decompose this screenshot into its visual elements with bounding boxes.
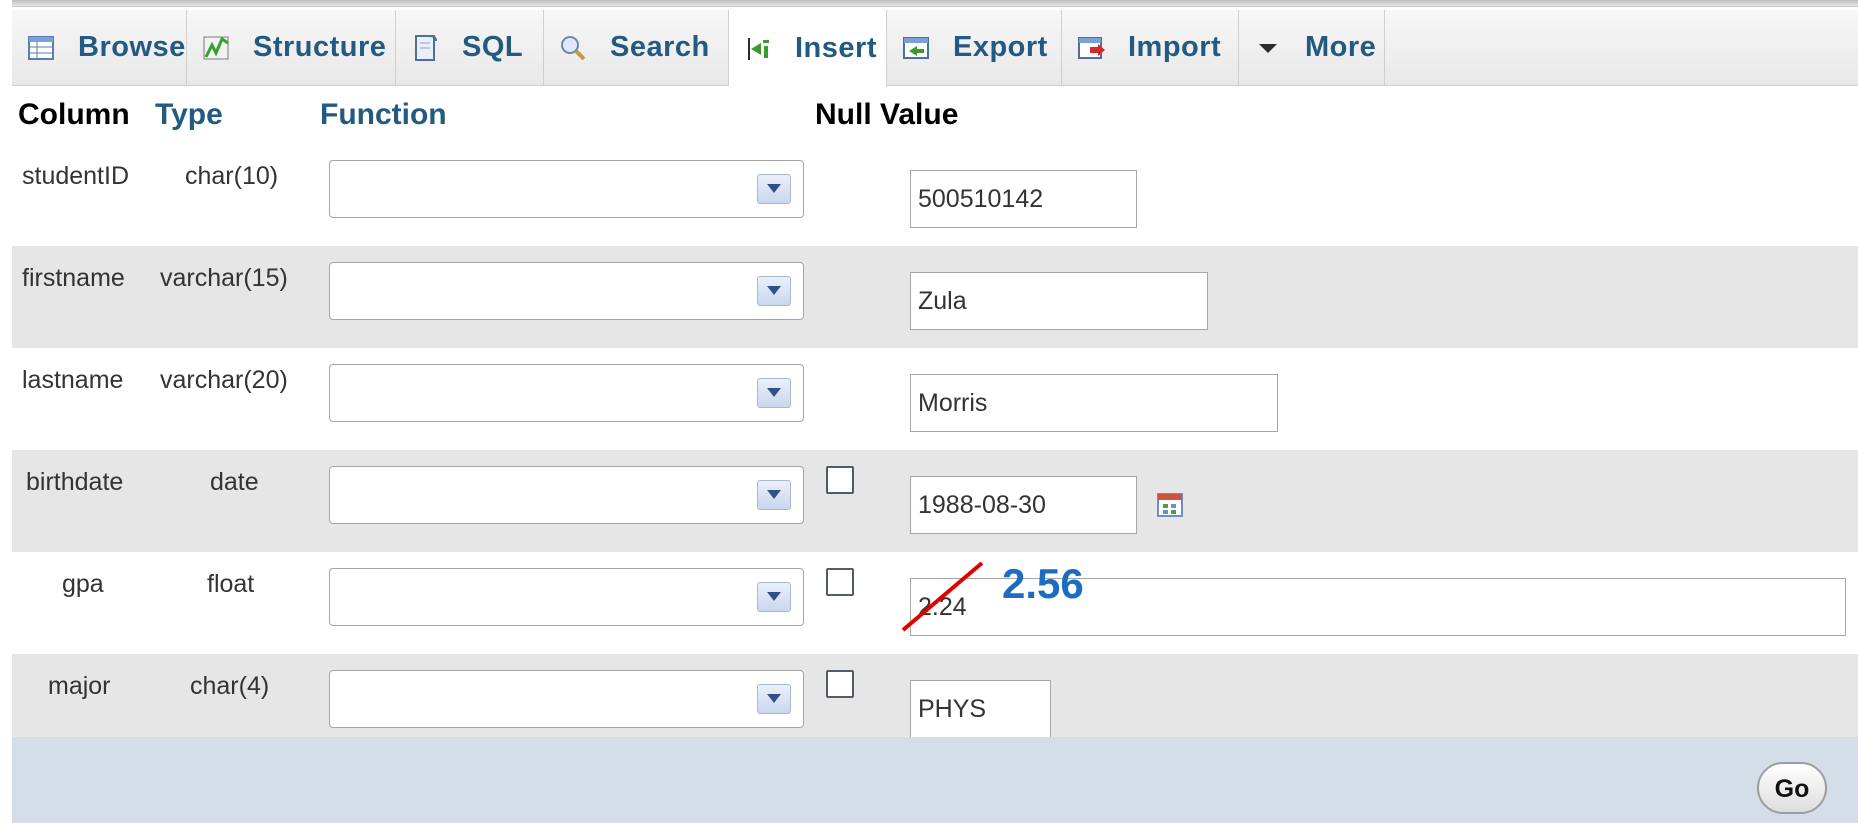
null-checkbox[interactable]	[826, 568, 854, 596]
tab-label: Search	[610, 31, 710, 63]
tab-label: Browse	[78, 31, 186, 63]
value-input[interactable]: Morris	[910, 374, 1278, 432]
insert-row: studentID char(10) 500510142	[12, 144, 1858, 246]
function-select[interactable]	[329, 568, 804, 626]
form-footer	[12, 737, 1858, 823]
tab-import[interactable]: Import	[1062, 10, 1239, 85]
insert-icon	[743, 34, 773, 64]
function-select[interactable]	[329, 466, 804, 524]
function-select[interactable]	[329, 160, 804, 218]
header-null: Null	[815, 98, 872, 131]
tab-browse[interactable]: Browse	[12, 10, 187, 85]
tab-structure[interactable]: Structure	[187, 10, 396, 85]
tab-export[interactable]: Export	[887, 10, 1062, 85]
null-checkbox[interactable]	[826, 670, 854, 698]
tab-more[interactable]: More	[1239, 10, 1385, 85]
dropdown-arrow-icon[interactable]	[757, 276, 791, 306]
header-function[interactable]: Function	[320, 86, 447, 144]
import-icon	[1076, 33, 1106, 63]
header-value: Value	[880, 98, 959, 131]
column-name: lastname	[22, 366, 124, 394]
column-type: varchar(15)	[160, 264, 288, 292]
value-input[interactable]: Zula	[910, 272, 1208, 330]
export-icon	[901, 33, 931, 63]
value-input[interactable]: 500510142	[910, 170, 1137, 228]
dropdown-arrow-icon[interactable]	[757, 174, 791, 204]
tab-bar: Browse Structure SQL Search Insert Expor…	[12, 10, 1858, 87]
calendar-icon[interactable]	[1157, 492, 1183, 518]
column-name: firstname	[22, 264, 125, 292]
tab-label: Structure	[253, 31, 387, 63]
tab-label: Import	[1128, 31, 1222, 63]
tab-sql[interactable]: SQL	[396, 10, 544, 85]
header-column: Column	[18, 98, 130, 131]
triangle-down-icon	[1253, 33, 1283, 63]
column-name: gpa	[62, 570, 104, 598]
value-input[interactable]: 1988-08-30	[910, 476, 1137, 534]
dropdown-arrow-icon[interactable]	[757, 480, 791, 510]
header-type[interactable]: Type	[155, 86, 223, 144]
tab-search[interactable]: Search	[544, 10, 729, 85]
dropdown-arrow-icon[interactable]	[757, 684, 791, 714]
tab-insert[interactable]: Insert	[729, 10, 887, 87]
insert-row: firstname varchar(15) Zula	[12, 246, 1858, 348]
insert-row: lastname varchar(20) Morris	[12, 348, 1858, 450]
column-name: birthdate	[26, 468, 124, 496]
top-border	[12, 0, 1858, 7]
search-icon	[558, 33, 588, 63]
tab-label: More	[1305, 31, 1377, 63]
function-select[interactable]	[329, 364, 804, 422]
column-type: float	[207, 570, 255, 598]
column-name: major	[48, 672, 111, 700]
tab-label: Insert	[795, 32, 877, 64]
column-type: date	[210, 468, 259, 496]
column-type: char(10)	[185, 162, 279, 190]
table-icon	[26, 33, 56, 63]
column-name: studentID	[22, 162, 130, 190]
insert-row: birthdate date 1988-08-30	[12, 450, 1858, 552]
insert-row: gpa float 2.24	[12, 552, 1858, 654]
dropdown-arrow-icon[interactable]	[757, 378, 791, 408]
structure-icon	[201, 33, 231, 63]
sql-icon	[410, 33, 440, 63]
function-select[interactable]	[329, 262, 804, 320]
tab-label: Export	[953, 31, 1048, 63]
dropdown-arrow-icon[interactable]	[757, 582, 791, 612]
go-button[interactable]: Go	[1757, 762, 1827, 814]
null-checkbox[interactable]	[826, 466, 854, 494]
column-type: varchar(20)	[160, 366, 288, 394]
value-input[interactable]: PHYS	[910, 680, 1051, 738]
column-type: char(4)	[190, 672, 270, 700]
tab-label: SQL	[462, 31, 524, 63]
function-select[interactable]	[329, 670, 804, 728]
corrected-value-annotation: 2.56	[1002, 560, 1084, 607]
